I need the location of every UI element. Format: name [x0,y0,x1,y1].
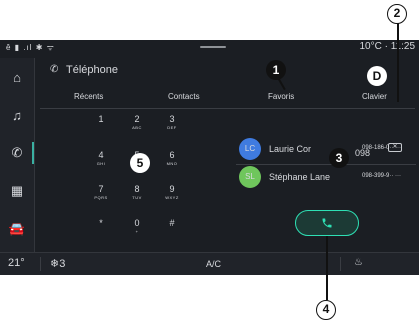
key-digit: 2 [134,114,140,124]
vehicle-icon[interactable]: 🚘 [0,214,34,244]
tab-favorites[interactable]: Favoris [268,92,294,101]
music-icon[interactable]: ♫ [0,100,34,130]
clock: · 11:25 [384,41,415,52]
key-letters: TUV [132,195,142,200]
callout-5: 5 [130,153,150,173]
key-digit: # [169,218,175,228]
handset-icon: ✆ [50,64,59,75]
page-title: Téléphone [66,64,118,76]
callout-3: 3 [329,148,349,168]
climate-bar: 21° ❄3 A/C ♨ [0,252,419,275]
divider [40,257,41,271]
callout-d: D [367,66,387,86]
rail-divider [34,58,35,252]
key-hash[interactable]: # [157,218,187,229]
avatar: SL [239,166,261,188]
key-digit: 8 [134,184,140,194]
outside-temperature: 10°C [359,41,382,52]
apps-grid-icon[interactable]: ▦ [0,176,34,206]
contact-number: 098-186-0·· ··· [362,145,402,151]
key-digit: * [99,218,103,228]
callout-2: 2 [387,4,407,24]
contact-suggestion[interactable]: LC Laurie Cor 098-186-0·· ··· [239,138,414,162]
key-letters: PQRS [94,195,108,200]
tab-keypad[interactable]: Clavier [362,92,387,101]
infotainment-screen: ê ▮ .ıl ✱ ᯤ 10°C · 11:25 ⌂ ♫ ✆ ▦ 🚘 ✆ Tél… [0,40,419,275]
dial-underline [236,164,416,165]
key-letters: DEF [167,125,177,130]
seat-heat-icon[interactable]: ♨ [354,257,363,268]
tab-contacts[interactable]: Contacts [168,92,200,101]
key-digit: 7 [98,184,104,194]
callout-leader [397,22,399,102]
key-1[interactable]: 1 [86,114,116,125]
callout-4: 4 [316,300,336,320]
contact-name: Stéphane Lane [269,172,331,182]
key-digit: 0 [134,218,140,228]
callout-1: 1 [266,60,286,80]
key-0[interactable]: 0 + [122,218,152,234]
tab-underline [40,108,415,109]
contact-name: Laurie Cor [269,144,312,154]
key-2[interactable]: 2 ABC [122,114,152,130]
key-3[interactable]: 3 DEF [157,114,187,130]
key-star[interactable]: * [86,218,116,229]
key-6[interactable]: 6 MNO [157,150,187,166]
phone-icon[interactable]: ✆ [0,138,34,168]
key-7[interactable]: 7 PQRS [86,184,116,200]
key-9[interactable]: 9 WXYZ [157,184,187,200]
key-digit: 6 [169,150,175,160]
status-bar: ê ▮ .ıl ✱ ᯤ 10°C · 11:25 [0,40,419,54]
key-letters: WXYZ [165,195,179,200]
manual-figure: ê ▮ .ıl ✱ ᯤ 10°C · 11:25 ⌂ ♫ ✆ ▦ 🚘 ✆ Tél… [0,0,419,329]
key-digit: 4 [98,150,104,160]
tab-bar: Récents Contacts Favoris Clavier [40,92,415,109]
call-icon [322,218,332,228]
pull-down-handle[interactable] [200,46,226,48]
status-icons: ê ▮ .ıl ✱ ᯤ [6,43,55,52]
tab-recents[interactable]: Récents [74,92,103,101]
key-letters: ABC [132,125,142,130]
ac-button[interactable]: A/C [206,259,221,269]
callout-leader [326,236,328,300]
home-icon[interactable]: ⌂ [0,62,34,92]
key-letters: MNO [166,161,178,166]
divider [340,257,341,271]
key-letters: + [135,229,139,234]
fan-speed[interactable]: ❄3 [50,257,65,270]
call-button[interactable] [295,210,359,236]
contact-number: 098-399-9·· ··· [362,173,402,179]
key-letters: GHI [96,161,106,166]
key-digit: 3 [169,114,175,124]
status-right: 10°C · 11:25 [359,41,415,52]
key-4[interactable]: 4 GHI [86,150,116,166]
cabin-temperature[interactable]: 21° [8,257,25,269]
side-rail: ⌂ ♫ ✆ ▦ 🚘 [0,58,34,252]
contact-suggestion[interactable]: SL Stéphane Lane 098-399-9·· ··· [239,166,414,190]
key-digit: 1 [98,114,104,124]
avatar: LC [239,138,261,160]
key-8[interactable]: 8 TUV [122,184,152,200]
key-digit: 9 [169,184,175,194]
